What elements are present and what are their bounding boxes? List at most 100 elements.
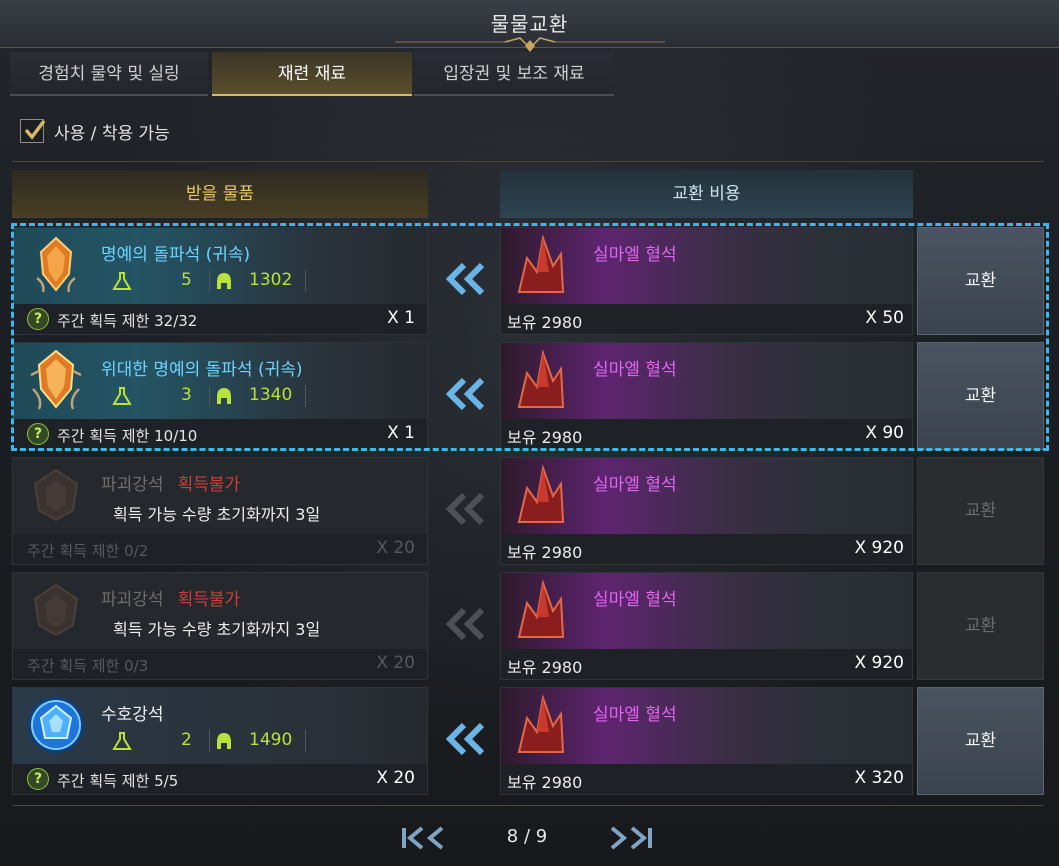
guardian-stone-icon <box>28 697 84 753</box>
double-chevron-left-icon <box>445 492 485 526</box>
cost-item-name: 실마엘 혈석 <box>593 590 677 610</box>
receive-quantity: X 20 <box>376 538 415 558</box>
exchange-button[interactable]: 교환 <box>917 342 1044 450</box>
item-name: 파괴강석 획득불가 <box>101 475 241 495</box>
tab-tickets-support-materials[interactable]: 입장권 및 보조 재료 <box>414 52 614 96</box>
receive-quantity: X 1 <box>387 308 415 328</box>
receive-item-cell: 파괴강석 획득불가 획득 가능 수량 초기화까지 3일 주간 획득 제한 0/2 … <box>12 457 428 565</box>
silmael-bloodstone-icon <box>517 464 565 523</box>
weekly-limit: 주간 획득 제한 0/3 <box>27 657 149 675</box>
item-gearscore: 1302 <box>249 270 293 290</box>
item-gearscore: 1340 <box>249 385 293 405</box>
item-name: 파괴강석 획득불가 <box>101 590 241 610</box>
usable-filter[interactable]: 사용 / 착용 가능 <box>20 118 170 144</box>
receive-quantity: X 20 <box>376 768 415 788</box>
honor-leapstone-icon <box>36 236 76 293</box>
divider <box>12 805 1044 806</box>
reset-countdown-note: 획득 가능 수량 초기화까지 3일 <box>113 505 321 524</box>
flask-icon <box>112 387 132 405</box>
cost-item-name: 실마엘 혈석 <box>593 245 677 265</box>
double-chevron-left-icon <box>445 722 485 756</box>
exchange-row: 명예의 돌파석 (귀속) 5 1302 ? 주간 획득 제한 32/32 X 1… <box>12 227 1044 335</box>
receive-item-cell: 파괴강석 획득불가 획득 가능 수량 초기화까지 3일 주간 획득 제한 0/3 … <box>12 572 428 680</box>
destruction-stone-icon <box>33 468 79 522</box>
receive-item-cell: 명예의 돌파석 (귀속) 5 1302 ? 주간 획득 제한 32/32 X 1 <box>12 227 428 335</box>
pagination: 8 / 9 <box>0 818 1059 858</box>
owned-amount: 보유 2980 <box>507 658 583 677</box>
weekly-limit: 주간 획득 제한 5/5 <box>57 772 179 790</box>
cost-cell: 실마엘 혈석 보유 2980 X 50 <box>500 227 913 335</box>
divider <box>12 161 1044 162</box>
destruction-stone-icon <box>33 583 79 637</box>
cost-cell: 실마엘 혈석 보유 2980 X 320 <box>500 687 913 795</box>
checkmark-icon <box>24 119 46 140</box>
flask-icon <box>112 732 132 750</box>
receive-item-cell: 수호강석 2 1490 ? 주간 획득 제한 5/5 X 20 <box>12 687 428 795</box>
usable-filter-label: 사용 / 착용 가능 <box>54 123 170 144</box>
exchange-row: 파괴강석 획득불가 획득 가능 수량 초기화까지 3일 주간 획득 제한 0/3 … <box>12 572 1044 680</box>
silmael-bloodstone-icon <box>517 234 565 293</box>
cost-cell: 실마엘 혈석 보유 2980 X 90 <box>500 342 913 450</box>
flask-icon <box>112 272 132 290</box>
great-honor-leapstone-icon <box>30 349 82 410</box>
owned-amount: 보유 2980 <box>507 428 583 447</box>
last-page-icon[interactable] <box>606 822 656 854</box>
helmet-icon <box>217 388 231 404</box>
cost-quantity: X 920 <box>854 653 905 673</box>
item-level: 3 <box>181 385 192 405</box>
receive-item-cell: 위대한 명예의 돌파석 (귀속) 3 1340 ? 주간 획득 제한 10/10… <box>12 342 428 450</box>
helmet-icon <box>217 733 231 749</box>
cost-item-name: 실마엘 혈석 <box>593 360 677 380</box>
weekly-limit: 주간 획득 제한 10/10 <box>57 427 198 445</box>
owned-amount: 보유 2980 <box>507 773 583 792</box>
cost-cell: 실마엘 혈석 보유 2980 X 920 <box>500 572 913 680</box>
item-level: 5 <box>181 270 192 290</box>
cost-item-name: 실마엘 혈석 <box>593 705 677 725</box>
silmael-bloodstone-icon <box>517 579 565 638</box>
item-level: 2 <box>181 730 192 750</box>
silmael-bloodstone-icon <box>517 694 565 753</box>
owned-amount: 보유 2980 <box>507 543 583 562</box>
exchange-row: 위대한 명예의 돌파석 (귀속) 3 1340 ? 주간 획득 제한 10/10… <box>12 342 1044 450</box>
help-icon[interactable]: ? <box>27 308 49 330</box>
tab-honing-materials[interactable]: 재련 재료 <box>212 52 412 96</box>
exchange-button[interactable]: 교환 <box>917 572 1044 680</box>
weekly-limit: 주간 획득 제한 0/2 <box>27 542 149 560</box>
window-title: 물물교환 <box>490 12 569 36</box>
unavailable-label: 획득불가 <box>177 590 241 610</box>
item-name: 위대한 명예의 돌파석 (귀속) <box>101 360 303 380</box>
cost-item-name: 실마엘 혈석 <box>593 475 677 495</box>
receive-quantity: X 20 <box>376 653 415 673</box>
weekly-limit: 주간 획득 제한 32/32 <box>57 312 198 330</box>
exchange-button[interactable]: 교환 <box>917 457 1044 565</box>
double-chevron-left-icon <box>445 377 485 411</box>
help-icon[interactable]: ? <box>27 423 49 445</box>
reset-countdown-note: 획득 가능 수량 초기화까지 3일 <box>113 620 321 639</box>
item-name: 명예의 돌파석 (귀속) <box>101 245 251 265</box>
double-chevron-left-icon <box>445 607 485 641</box>
exchange-button[interactable]: 교환 <box>917 227 1044 335</box>
column-receive-header: 받을 물품 <box>12 170 428 218</box>
cost-quantity: X 920 <box>854 538 905 558</box>
column-cost-header: 교환 비용 <box>500 170 913 218</box>
cost-quantity: X 320 <box>854 768 905 788</box>
cost-quantity: X 50 <box>865 308 904 328</box>
cost-quantity: X 90 <box>865 423 904 443</box>
unavailable-label: 획득불가 <box>177 475 241 495</box>
first-page-icon[interactable] <box>398 822 448 854</box>
title-bar: 물물교환 <box>0 0 1059 52</box>
help-icon[interactable]: ? <box>27 768 49 790</box>
exchange-row: 파괴강석 획득불가 획득 가능 수량 초기화까지 3일 주간 획득 제한 0/2 … <box>12 457 1044 565</box>
item-gearscore: 1490 <box>249 730 293 750</box>
cost-cell: 실마엘 혈석 보유 2980 X 920 <box>500 457 913 565</box>
exchange-row: 수호강석 2 1490 ? 주간 획득 제한 5/5 X 20 실마엘 혈석 보… <box>12 687 1044 795</box>
usable-filter-checkbox[interactable] <box>20 119 46 143</box>
receive-quantity: X 1 <box>387 423 415 443</box>
exchange-button[interactable]: 교환 <box>917 687 1044 795</box>
page-indicator: 8 / 9 <box>506 826 548 847</box>
helmet-icon <box>217 273 231 289</box>
item-name: 수호강석 <box>101 705 164 725</box>
double-chevron-left-icon <box>445 262 485 296</box>
tab-exp-potion-sealing[interactable]: 경험치 물약 및 실링 <box>10 52 208 96</box>
owned-amount: 보유 2980 <box>507 313 583 332</box>
